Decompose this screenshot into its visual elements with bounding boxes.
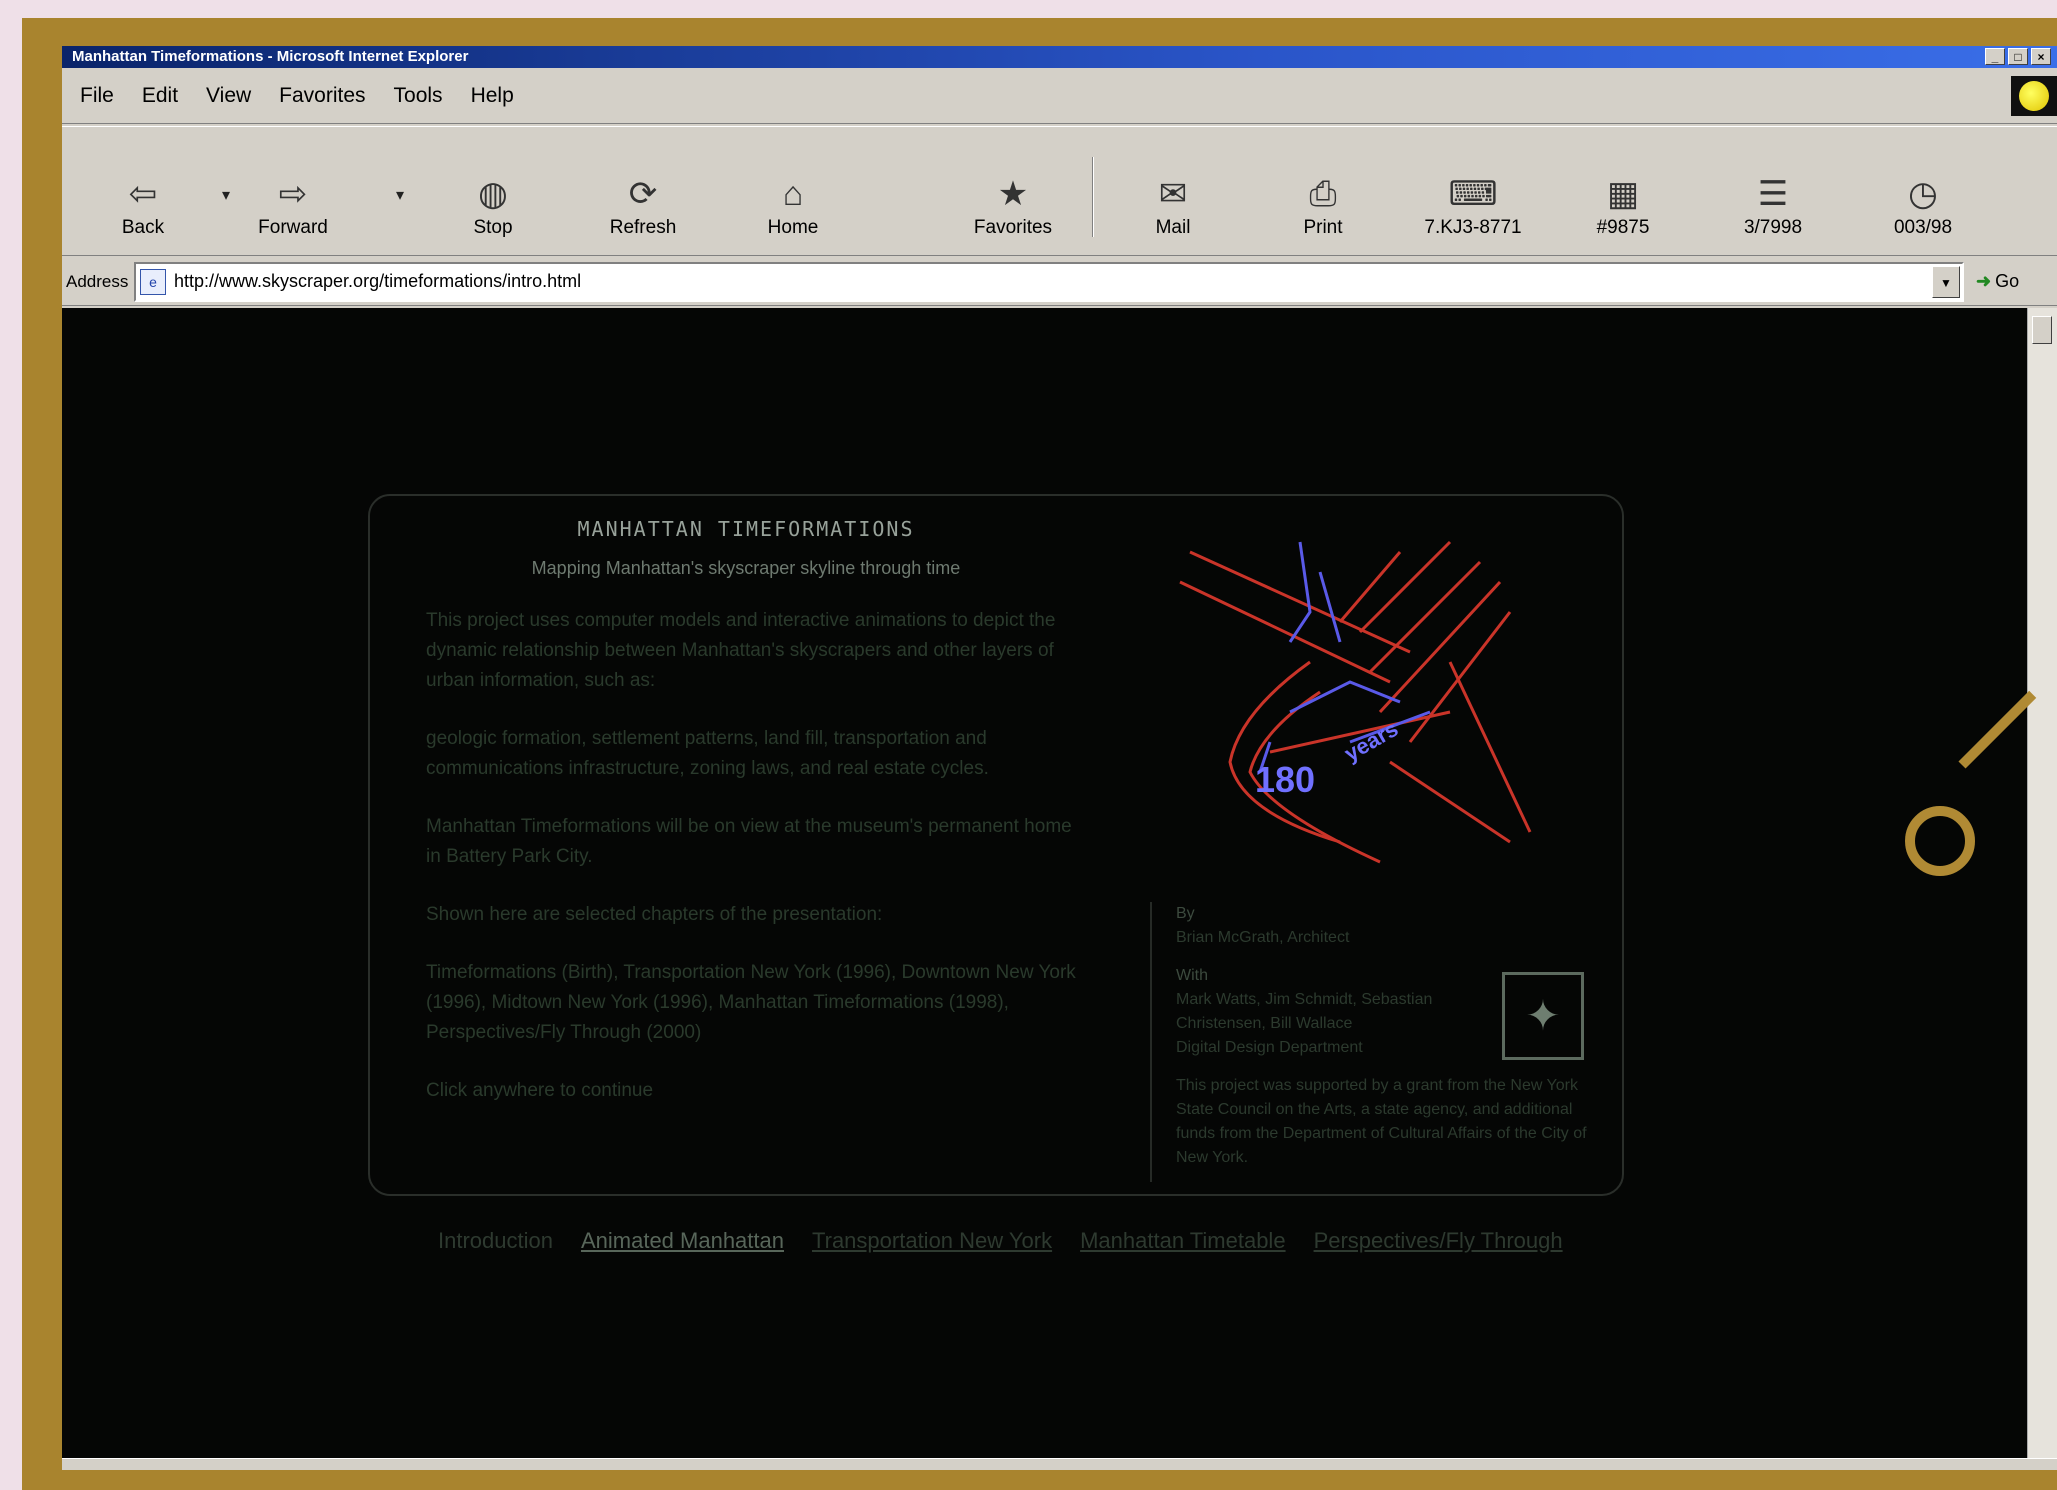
callout-circle xyxy=(1905,806,1975,876)
intro-paragraph: Shown here are selected chapters of the … xyxy=(426,904,883,925)
chapter-nav: Introduction Animated Manhattan Transpor… xyxy=(438,1228,1688,1254)
forward-arrow-icon: ⇨ xyxy=(278,175,308,213)
menu-favorites[interactable]: Favorites xyxy=(279,84,365,108)
menu-tools[interactable]: Tools xyxy=(394,84,443,108)
go-arrow-icon: ➜ xyxy=(1976,271,1992,291)
author-name: Brian McGrath, Architect xyxy=(1176,929,1350,946)
go-button[interactable]: ➜ Go xyxy=(1976,271,2019,292)
intro-image-column: 180 years By Brian McGrath, Architect Wi… xyxy=(1150,512,1590,1182)
minimize-icon[interactable]: _ xyxy=(1985,48,2005,65)
stop-button[interactable]: ◍ Stop xyxy=(438,149,548,239)
web-page: MANHATTAN TIMEFORMATIONS Mapping Manhatt… xyxy=(62,308,2027,1458)
title-bar: Manhattan Timeformations - Microsoft Int… xyxy=(62,46,2057,68)
browser-window: Manhattan Timeformations - Microsoft Int… xyxy=(62,46,2057,1470)
print-icon: ⎙ xyxy=(1309,175,1337,213)
nav-transportation[interactable]: Transportation New York xyxy=(812,1228,1052,1254)
new-york-state-logo: ✦ xyxy=(1502,972,1584,1060)
toolbar-extra-3[interactable]: ☰ 3/7998 xyxy=(1718,149,1828,239)
nav-animated-manhattan[interactable]: Animated Manhattan xyxy=(581,1228,784,1254)
back-arrow-icon: ⇦ xyxy=(128,175,158,213)
nav-timetable[interactable]: Manhattan Timetable xyxy=(1080,1228,1285,1254)
stop-icon: ◍ xyxy=(478,175,508,213)
menu-bar: File Edit View Favorites Tools Help xyxy=(62,68,2057,124)
intro-paragraph: Manhattan Timeformations will be on view… xyxy=(426,816,1072,867)
refresh-icon: ⟳ xyxy=(628,175,658,213)
continue-prompt[interactable]: Click anywhere to continue xyxy=(426,1076,1086,1106)
home-icon: ⌂ xyxy=(782,175,804,213)
mail-button[interactable]: ✉ Mail xyxy=(1118,149,1228,239)
forward-button[interactable]: ⇨ Forward xyxy=(238,149,348,239)
page-icon: e xyxy=(140,268,166,295)
clock-icon: ◷ xyxy=(1908,175,1938,213)
site-title: MANHATTAN TIMEFORMATIONS xyxy=(577,517,915,541)
menu-file[interactable]: File xyxy=(80,84,114,108)
home-button[interactable]: ⌂ Home xyxy=(738,149,848,239)
address-value: http://www.skyscraper.org/timeformations… xyxy=(174,271,582,291)
site-subtitle: Mapping Manhattan's skyscraper skyline t… xyxy=(531,558,961,578)
intro-text-column: MANHATTAN TIMEFORMATIONS Mapping Manhatt… xyxy=(406,514,1086,1134)
menu-help[interactable]: Help xyxy=(471,84,514,108)
forward-dropdown-icon[interactable]: ▾ xyxy=(396,185,404,205)
intro-paragraph: This project uses computer models and in… xyxy=(426,610,1056,691)
refresh-button[interactable]: ⟳ Refresh xyxy=(588,149,698,239)
intro-card[interactable]: MANHATTAN TIMEFORMATIONS Mapping Manhatt… xyxy=(368,494,1624,1196)
globe-icon xyxy=(2019,81,2049,111)
scrollbar-thumb[interactable] xyxy=(2032,316,2052,344)
menu-edit[interactable]: Edit xyxy=(142,84,178,108)
window-title: Manhattan Timeformations - Microsoft Int… xyxy=(72,48,469,65)
address-bar: Address e http://www.skyscraper.org/time… xyxy=(62,258,2057,306)
stripes-icon: ☰ xyxy=(1757,175,1789,213)
toolbar: ⇦ Back ▾ ⇨ Forward ▾ ◍ Stop ⟳ Refresh ⌂ … xyxy=(62,126,2057,256)
back-button[interactable]: ⇦ Back xyxy=(88,149,198,239)
browser-throbber xyxy=(2011,76,2057,116)
print-button[interactable]: ⎙ Print xyxy=(1268,149,1378,239)
intro-paragraph: Timeformations (Birth), Transportation N… xyxy=(426,962,1076,1043)
nav-introduction[interactable]: Introduction xyxy=(438,1228,553,1254)
intro-paragraph: geologic formation, settlement patterns,… xyxy=(426,728,989,779)
vertical-scrollbar[interactable] xyxy=(2027,308,2057,1458)
toolbar-extra-2[interactable]: ▦ #9875 xyxy=(1568,149,1678,239)
maximize-icon[interactable]: □ xyxy=(2008,48,2028,65)
back-dropdown-icon[interactable]: ▾ xyxy=(222,185,230,205)
address-input[interactable]: e http://www.skyscraper.org/timeformatio… xyxy=(134,261,1964,302)
toolbar-separator xyxy=(1092,157,1094,237)
address-dropdown-icon[interactable]: ▼ xyxy=(1932,265,1960,298)
grid-icon: ▦ xyxy=(1606,175,1640,213)
keyboard-icon: ⌨ xyxy=(1448,175,1498,213)
close-icon[interactable]: × xyxy=(2031,48,2051,65)
toolbar-extra-4[interactable]: ◷ 003/98 xyxy=(1868,149,1978,239)
favorites-icon: ★ xyxy=(997,175,1029,213)
address-label: Address xyxy=(66,271,129,291)
toolbar-extra-1[interactable]: ⌨ 7.KJ3-8771 xyxy=(1418,149,1528,239)
status-bar xyxy=(62,1458,2057,1470)
mail-icon: ✉ xyxy=(1158,175,1188,213)
manhattan-map-image: 180 years xyxy=(1179,540,1532,864)
menu-view[interactable]: View xyxy=(206,84,251,108)
favorites-button[interactable]: ★ Favorites xyxy=(958,149,1068,239)
credits-panel: By Brian McGrath, Architect With Mark Wa… xyxy=(1150,902,1590,1182)
funding-credit: This project was supported by a grant fr… xyxy=(1176,1077,1587,1166)
svg-text:years: years xyxy=(1340,716,1402,766)
window-controls: _ □ × xyxy=(1985,48,2051,65)
by-label: By xyxy=(1176,905,1195,922)
svg-text:180: 180 xyxy=(1255,759,1315,800)
nav-perspectives[interactable]: Perspectives/Fly Through xyxy=(1314,1228,1563,1254)
